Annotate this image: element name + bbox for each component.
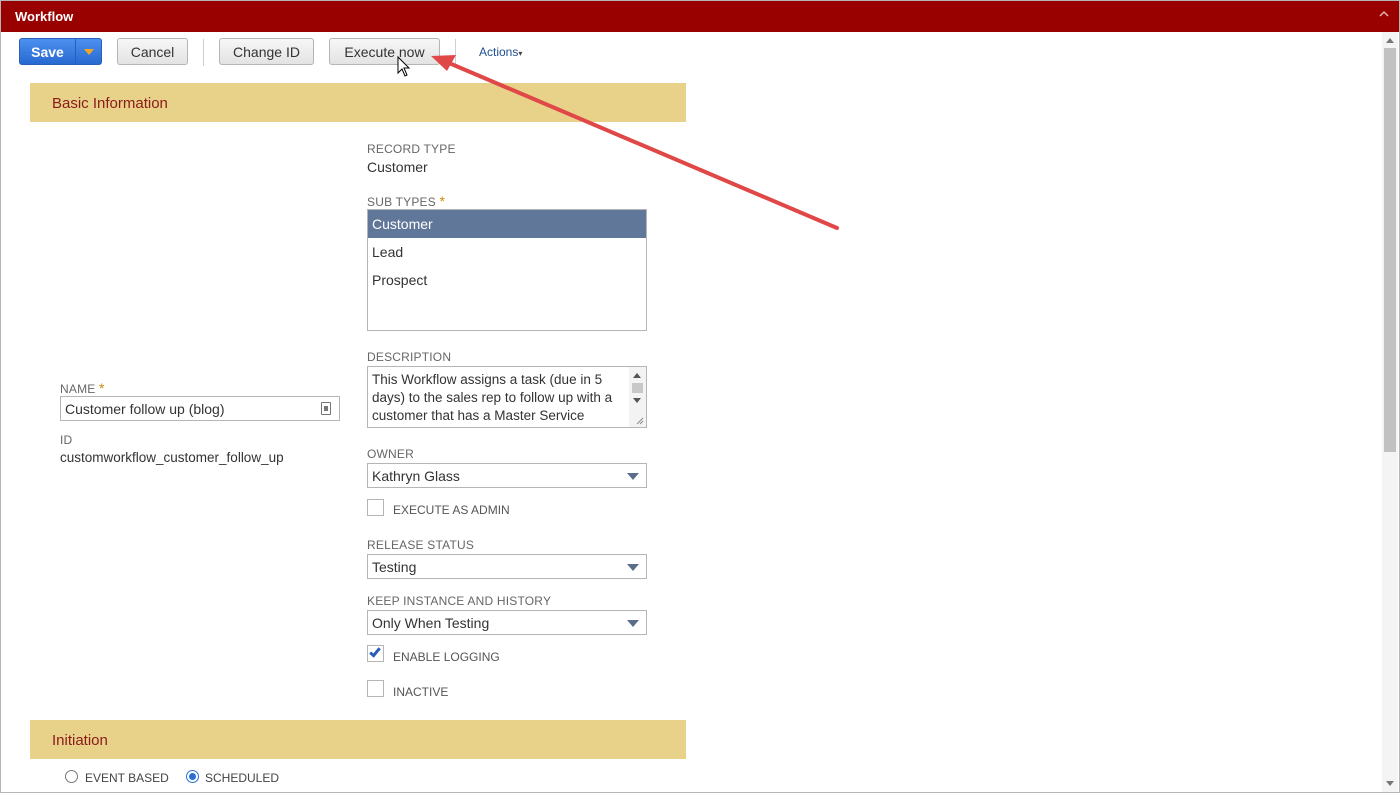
event-based-label: EVENT BASED: [85, 771, 169, 785]
scheduled-label: SCHEDULED: [205, 771, 280, 785]
save-button[interactable]: Save: [19, 38, 76, 65]
scroll-thumb[interactable]: [632, 383, 643, 393]
basic-information-header[interactable]: Basic Information: [30, 83, 686, 122]
release-status-select[interactable]: Testing: [367, 554, 647, 579]
toolbar: Save Cancel Change ID Execute now Action…: [1, 32, 1381, 72]
initiation-header[interactable]: Initiation: [30, 720, 686, 759]
chevron-down-icon: [627, 564, 639, 571]
list-item[interactable]: Customer: [368, 210, 646, 238]
owner-value: Kathryn Glass: [372, 468, 460, 484]
keep-instance-value: Only When Testing: [372, 615, 490, 631]
id-label: ID: [60, 433, 73, 447]
scroll-up-icon[interactable]: [1386, 38, 1394, 43]
toolbar-divider: [203, 39, 204, 66]
name-field[interactable]: Customer follow up (blog): [60, 396, 340, 421]
required-mark: *: [439, 193, 446, 209]
title-bar: Workflow: [1, 1, 1399, 32]
required-mark: *: [99, 380, 105, 396]
execute-as-admin-checkbox[interactable]: [367, 499, 384, 516]
chevron-down-icon: ▾: [518, 49, 523, 58]
list-item[interactable]: Lead: [368, 238, 646, 266]
resize-grip-icon[interactable]: [635, 416, 644, 425]
inactive-checkbox[interactable]: [367, 680, 384, 697]
page-scrollbar[interactable]: [1382, 32, 1398, 792]
chevron-down-icon: [83, 48, 94, 55]
enable-logging-label: ENABLE LOGGING: [393, 650, 500, 664]
annotation-arrow-icon: [431, 55, 839, 230]
change-id-button[interactable]: Change ID: [219, 38, 314, 65]
event-based-radio[interactable]: [65, 770, 78, 783]
enable-logging-checkbox[interactable]: [367, 645, 384, 662]
window-title: Workflow: [15, 9, 74, 24]
owner-label: OWNER: [367, 447, 414, 461]
scroll-down-icon[interactable]: [633, 398, 641, 403]
scroll-thumb[interactable]: [1384, 48, 1396, 452]
actions-menu[interactable]: Actions▾: [479, 45, 522, 59]
inactive-label: INACTIVE: [393, 685, 449, 699]
record-type-value: Customer: [367, 159, 428, 175]
save-options-button[interactable]: [75, 38, 102, 65]
description-label: DESCRIPTION: [367, 350, 452, 364]
section-title: Basic Information: [52, 95, 168, 112]
toolbar-divider: [455, 39, 456, 66]
section-title: Initiation: [52, 732, 108, 749]
checkmark-icon: [369, 645, 381, 658]
scroll-up-icon[interactable]: [633, 373, 641, 378]
description-value: This Workflow assigns a task (due in 5 d…: [372, 372, 613, 423]
sub-types-listbox[interactable]: Customer Lead Prospect: [367, 209, 647, 331]
chevron-down-icon: [627, 473, 639, 480]
actions-label: Actions: [479, 45, 519, 59]
release-status-value: Testing: [372, 559, 417, 575]
scroll-down-icon[interactable]: [1386, 781, 1394, 786]
execute-as-admin-label: EXECUTE AS ADMIN: [393, 503, 510, 517]
sub-types-label: SUB TYPES *: [367, 193, 446, 209]
description-textarea[interactable]: This Workflow assigns a task (due in 5 d…: [367, 366, 647, 428]
release-status-label: RELEASE STATUS: [367, 538, 475, 552]
chevron-down-icon: [627, 620, 639, 627]
keep-instance-label: KEEP INSTANCE AND HISTORY: [367, 594, 552, 608]
field-help-icon[interactable]: [321, 402, 331, 415]
record-type-label: RECORD TYPE: [367, 142, 456, 156]
execute-now-button[interactable]: Execute now: [329, 38, 440, 65]
name-label: NAME *: [60, 380, 105, 396]
scheduled-radio[interactable]: [186, 770, 199, 783]
cancel-button[interactable]: Cancel: [117, 38, 188, 65]
list-item[interactable]: Prospect: [368, 266, 646, 294]
collapse-icon[interactable]: [1379, 9, 1389, 19]
name-value: Customer follow up (blog): [65, 401, 225, 417]
id-value: customworkflow_customer_follow_up: [60, 450, 284, 465]
keep-instance-select[interactable]: Only When Testing: [367, 610, 647, 635]
owner-select[interactable]: Kathryn Glass: [367, 463, 647, 488]
workflow-window: Workflow Save Cancel Change ID Execute n…: [0, 0, 1400, 793]
